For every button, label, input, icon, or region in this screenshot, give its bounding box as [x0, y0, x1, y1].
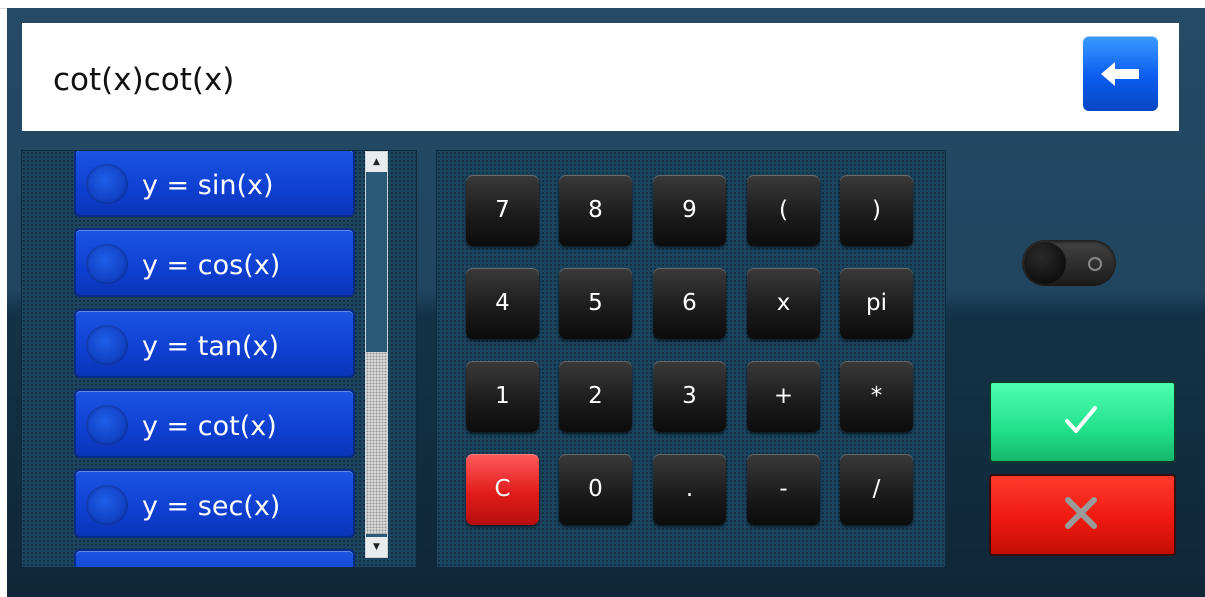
radio-icon: [86, 325, 128, 365]
key-minus[interactable]: -: [747, 454, 820, 525]
function-list: y = sin(x) y = cos(x) y = tan(x) y = cot…: [21, 150, 417, 568]
scroll-down-icon[interactable]: ▼: [366, 537, 387, 557]
radio-icon: [86, 164, 128, 204]
key-divide[interactable]: /: [840, 454, 913, 525]
confirm-button[interactable]: [989, 381, 1176, 463]
function-item-cot[interactable]: y = cot(x): [74, 389, 355, 458]
key-8[interactable]: 8: [559, 175, 632, 246]
key-open-paren[interactable]: (: [747, 175, 820, 246]
key-4[interactable]: 4: [466, 268, 539, 339]
keypad: 7 8 9 ( ) 4 5 6 x pi 1 2 3 + * C 0 . - /: [436, 150, 946, 568]
key-clear[interactable]: C: [466, 454, 539, 525]
key-2[interactable]: 2: [559, 361, 632, 432]
function-item-tan[interactable]: y = tan(x): [74, 309, 355, 378]
backspace-button[interactable]: [1083, 36, 1158, 111]
key-7[interactable]: 7: [466, 175, 539, 246]
key-pi[interactable]: pi: [840, 268, 913, 339]
key-multiply[interactable]: *: [840, 361, 913, 432]
key-5[interactable]: 5: [559, 268, 632, 339]
key-6[interactable]: 6: [653, 268, 726, 339]
scroll-up-icon[interactable]: ▲: [366, 152, 387, 172]
key-decimal[interactable]: .: [653, 454, 726, 525]
scroll-thumb[interactable]: [366, 352, 387, 534]
cancel-button[interactable]: [989, 474, 1176, 556]
arrow-left-icon: [1101, 62, 1139, 86]
function-label: y = sec(x): [142, 491, 281, 522]
radio-icon: [86, 405, 128, 445]
key-9[interactable]: 9: [653, 175, 726, 246]
radio-icon: [86, 485, 128, 525]
key-1[interactable]: 1: [466, 361, 539, 432]
expression-display[interactable]: cot(x)cot(x): [22, 23, 1179, 131]
close-icon: [1065, 497, 1097, 529]
radio-icon: [86, 244, 128, 284]
list-scrollbar[interactable]: ▲ ▼: [365, 151, 388, 558]
function-label: y = cot(x): [142, 411, 277, 442]
key-close-paren[interactable]: ): [840, 175, 913, 246]
function-item-sin[interactable]: y = sin(x): [74, 151, 355, 217]
mode-toggle[interactable]: [1022, 240, 1116, 286]
checkmark-icon: [1065, 406, 1097, 433]
key-plus[interactable]: +: [747, 361, 820, 432]
key-3[interactable]: 3: [653, 361, 726, 432]
key-0[interactable]: 0: [559, 454, 632, 525]
function-item-partial[interactable]: [74, 549, 355, 567]
function-label: y = cos(x): [142, 250, 281, 281]
function-label: y = tan(x): [142, 331, 280, 362]
function-label: y = sin(x): [142, 170, 274, 201]
key-x[interactable]: x: [747, 268, 820, 339]
function-item-sec[interactable]: y = sec(x): [74, 469, 355, 538]
expression-text: cot(x)cot(x): [53, 62, 235, 98]
function-item-cos[interactable]: y = cos(x): [74, 228, 355, 297]
toggle-off-indicator-icon: [1088, 257, 1102, 271]
toggle-knob: [1024, 242, 1066, 284]
